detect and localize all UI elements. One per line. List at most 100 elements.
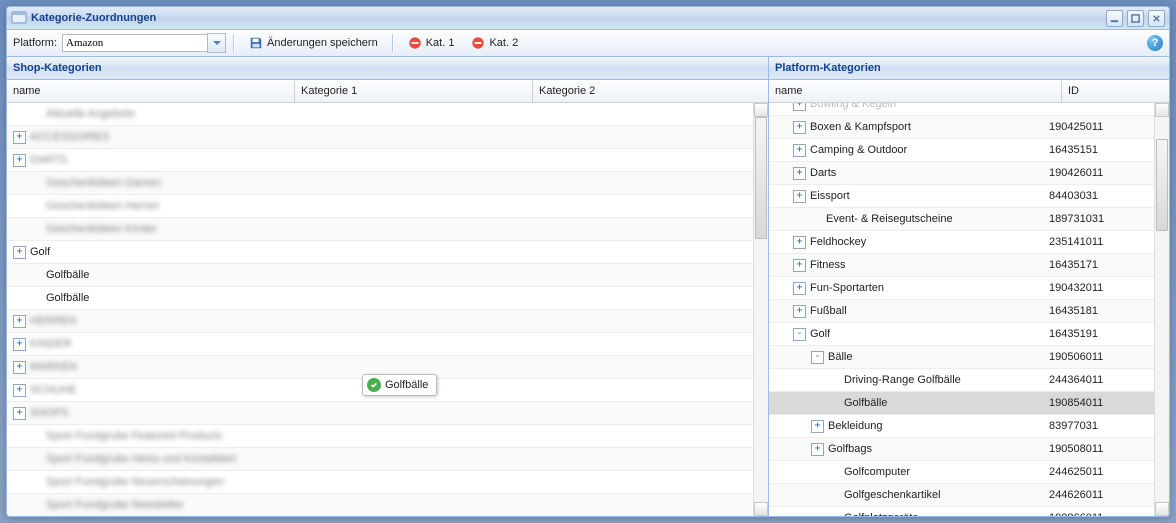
table-row[interactable]: +HERREN	[7, 310, 754, 333]
platform-input[interactable]	[62, 34, 207, 52]
delete-cat2-button[interactable]: Kat. 2	[464, 32, 525, 54]
tree-spacer	[811, 214, 822, 225]
table-row[interactable]: -Golf16435191	[769, 323, 1155, 346]
table-row[interactable]: Golfcomputer244625011	[769, 461, 1155, 484]
table-row[interactable]: Sport Fundgrube Heiss und Kontaktiert	[7, 448, 754, 471]
tree-node-label: Sport Fundgrube Featured Products	[46, 430, 222, 442]
expand-icon[interactable]: +	[793, 305, 806, 318]
table-row[interactable]: Geschenkideen Damen	[7, 172, 754, 195]
table-row[interactable]: Sport Fundgrube Newsletter	[7, 494, 754, 516]
delete-cat1-label: Kat. 1	[426, 37, 455, 49]
save-button-label: Änderungen speichern	[267, 37, 378, 49]
col-name[interactable]: name	[769, 80, 1062, 102]
table-row[interactable]: +Feldhockey235141011	[769, 231, 1155, 254]
table-row[interactable]: +ACCESSOIRES	[7, 126, 754, 149]
tree-node-label: Driving-Range Golfbälle	[844, 374, 961, 386]
tree-node-label: Bälle	[828, 351, 852, 363]
expand-icon[interactable]: +	[793, 190, 806, 203]
table-row[interactable]: Golfplatzgeräte190866011	[769, 507, 1155, 516]
expand-icon[interactable]: +	[13, 384, 26, 397]
tree-node-label: MARKEN	[30, 361, 77, 373]
tree-spacer	[31, 270, 42, 281]
col-cat2[interactable]: Kategorie 2	[533, 80, 768, 102]
window-titlebar[interactable]: Kategorie-Zuordnungen	[7, 7, 1169, 30]
scrollbar[interactable]	[753, 103, 768, 516]
minimize-button[interactable]	[1106, 10, 1123, 27]
table-row[interactable]: Sport Fundgrube Featured Products	[7, 425, 754, 448]
tree-spacer	[31, 109, 42, 120]
table-row[interactable]: + Golf	[7, 241, 754, 264]
table-row[interactable]: +Golfbags190508011	[769, 438, 1155, 461]
close-button[interactable]	[1148, 10, 1165, 27]
expand-icon[interactable]: +	[13, 315, 26, 328]
scroll-thumb[interactable]	[755, 117, 767, 239]
table-row[interactable]: Geschenkideen Herren	[7, 195, 754, 218]
col-name[interactable]: name	[7, 80, 295, 102]
tree-node-label: Fun-Sportarten	[810, 282, 884, 294]
tree-spacer	[31, 500, 42, 511]
maximize-button[interactable]	[1127, 10, 1144, 27]
scrollbar[interactable]	[1154, 103, 1169, 516]
shop-categories-panel: Shop-Kategorien name Kategorie 1 Kategor…	[7, 57, 769, 516]
expand-icon[interactable]: +	[811, 420, 824, 433]
save-button[interactable]: Änderungen speichern	[242, 32, 385, 54]
col-id[interactable]: ID	[1062, 80, 1169, 102]
tree-node-label: Eissport	[810, 190, 850, 202]
tree-spacer	[31, 477, 42, 488]
collapse-icon[interactable]: -	[793, 328, 806, 341]
table-row[interactable]: Sport Fundgrube Neuerscheinungen	[7, 471, 754, 494]
expand-icon[interactable]: +	[793, 259, 806, 272]
table-row[interactable]: Event- & Reisegutscheine189731031	[769, 208, 1155, 231]
table-row[interactable]: Golfgeschenkartikel244626011	[769, 484, 1155, 507]
expand-icon[interactable]: +	[13, 407, 26, 420]
delete-cat1-button[interactable]: Kat. 1	[401, 32, 462, 54]
table-row[interactable]: Aktuelle Angebote	[7, 103, 754, 126]
expand-icon[interactable]: +	[13, 361, 26, 374]
table-row[interactable]: +Fitness16435171	[769, 254, 1155, 277]
tree-node-label: Camping & Outdoor	[810, 144, 907, 156]
table-row[interactable]: Golfbälle190854011	[769, 392, 1155, 415]
table-row[interactable]: Geschenkideen Kinder	[7, 218, 754, 241]
expand-icon[interactable]: +	[13, 131, 26, 144]
table-row[interactable]: + KINDER	[7, 333, 754, 356]
expand-icon[interactable]: +	[811, 443, 824, 456]
table-row[interactable]: -Bälle 190506011	[769, 346, 1155, 369]
col-cat1[interactable]: Kategorie 1	[295, 80, 533, 102]
table-row[interactable]: +Fun-Sportarten190432011	[769, 277, 1155, 300]
tree-node-label: KINDER	[30, 338, 72, 350]
table-row[interactable]: Golfbälle	[7, 287, 754, 310]
scroll-thumb[interactable]	[1156, 139, 1168, 231]
platform-combo[interactable]	[62, 33, 226, 53]
expand-icon[interactable]: +	[793, 282, 806, 295]
id-cell: 190506011	[1049, 351, 1155, 363]
expand-icon[interactable]: +	[13, 154, 26, 167]
tree-spacer	[829, 398, 840, 409]
table-row[interactable]: +Boxen & Kampfsport190425011	[769, 116, 1155, 139]
table-row[interactable]: +DARTS	[7, 149, 754, 172]
tree-spacer	[31, 224, 42, 235]
expand-icon[interactable]: +	[793, 167, 806, 180]
table-row[interactable]: +Fußball16435181	[769, 300, 1155, 323]
table-row[interactable]: Driving-Range Golfbälle244364011	[769, 369, 1155, 392]
id-cell: 16435151	[1049, 144, 1155, 156]
table-row[interactable]: Golfbälle	[7, 264, 754, 287]
table-row[interactable]: + Camping & Outdoor 16435151	[769, 139, 1155, 162]
toolbar-separator	[392, 34, 394, 52]
expand-icon[interactable]: +	[793, 144, 806, 157]
help-icon[interactable]: ?	[1147, 35, 1163, 51]
table-row[interactable]: +Bekleidung83977031	[769, 415, 1155, 438]
table-row[interactable]: +Eissport84403031	[769, 185, 1155, 208]
tree-spacer	[31, 293, 42, 304]
expand-icon[interactable]: +	[793, 236, 806, 249]
collapse-icon[interactable]: -	[811, 351, 824, 364]
expand-icon[interactable]: +	[793, 103, 806, 111]
chevron-down-icon[interactable]	[207, 33, 226, 53]
expand-icon[interactable]: +	[13, 338, 26, 351]
table-row[interactable]: +Bowling & Kegeln	[769, 103, 1155, 116]
expand-icon[interactable]: +	[13, 246, 26, 259]
table-row[interactable]: +Darts190426011	[769, 162, 1155, 185]
id-cell: 16435191	[1049, 328, 1155, 340]
tree-node-label: Golf	[30, 246, 50, 258]
expand-icon[interactable]: +	[793, 121, 806, 134]
table-row[interactable]: +SHOPS	[7, 402, 754, 425]
